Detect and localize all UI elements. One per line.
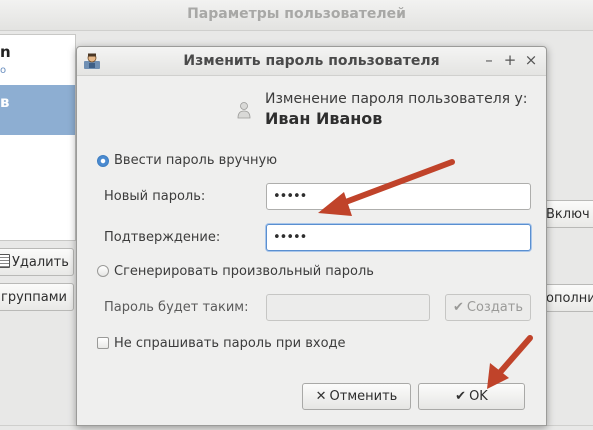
- create-password-button[interactable]: ✔ Создать: [445, 294, 531, 321]
- user-list-item-selected-label: в: [0, 93, 10, 111]
- header-text: Изменение пароля пользователя у:: [265, 91, 528, 107]
- radio-generate-label[interactable]: Сгенерировать произвольный пароль: [114, 264, 374, 279]
- enable-button[interactable]: Включ: [541, 200, 593, 228]
- radio-generate-password[interactable]: [97, 265, 109, 277]
- cancel-label: Отменить: [329, 389, 398, 404]
- create-label: Создать: [466, 300, 524, 315]
- delete-user-button[interactable]: Удалить: [0, 248, 74, 276]
- header-user-name: Иван Иванов: [265, 109, 383, 128]
- change-password-dialog: Изменить пароль пользователя – + × Измен…: [76, 46, 547, 426]
- confirm-password-field[interactable]: [266, 224, 531, 251]
- dialog-titlebar[interactable]: Изменить пароль пользователя – + ×: [77, 47, 546, 76]
- generated-password-field[interactable]: [266, 294, 430, 321]
- no-ask-password-label[interactable]: Не спрашивать пароль при входе: [114, 336, 346, 351]
- confirm-password-label: Подтверждение:: [104, 230, 221, 245]
- user-icon: [237, 102, 251, 119]
- user-list-item-selected[interactable]: в: [0, 85, 75, 135]
- advanced-button[interactable]: ополни: [541, 284, 593, 312]
- generated-password-label: Пароль будет таким:: [104, 300, 249, 315]
- cancel-button[interactable]: ✕ Отменить: [302, 383, 411, 410]
- new-password-field[interactable]: [266, 183, 531, 210]
- check-icon: ✔: [452, 300, 464, 315]
- radio-manual-label[interactable]: Ввести пароль вручную: [114, 153, 277, 168]
- user-list[interactable]: n о в: [0, 34, 76, 241]
- ok-button[interactable]: ✔ OK: [418, 383, 525, 410]
- close-icon[interactable]: ×: [523, 51, 539, 69]
- background-window-title: Параметры пользователей: [0, 0, 593, 31]
- maximize-icon[interactable]: +: [502, 51, 518, 69]
- new-password-label: Новый пароль:: [104, 189, 206, 204]
- ok-label: OK: [469, 389, 488, 404]
- manage-groups-button[interactable]: группами: [0, 283, 74, 311]
- no-ask-password-checkbox[interactable]: [97, 337, 109, 349]
- check-icon: ✔: [455, 389, 467, 404]
- radio-manual-password[interactable]: [97, 155, 109, 167]
- delete-user-label: Удалить: [12, 255, 69, 270]
- trash-icon: [0, 254, 10, 268]
- user-list-item-sub: о: [0, 65, 7, 76]
- dialog-title: Изменить пароль пользователя: [183, 53, 440, 69]
- cancel-x-icon: ✕: [315, 389, 327, 404]
- minimize-icon[interactable]: –: [481, 51, 497, 69]
- user-list-item-name[interactable]: n: [0, 43, 11, 61]
